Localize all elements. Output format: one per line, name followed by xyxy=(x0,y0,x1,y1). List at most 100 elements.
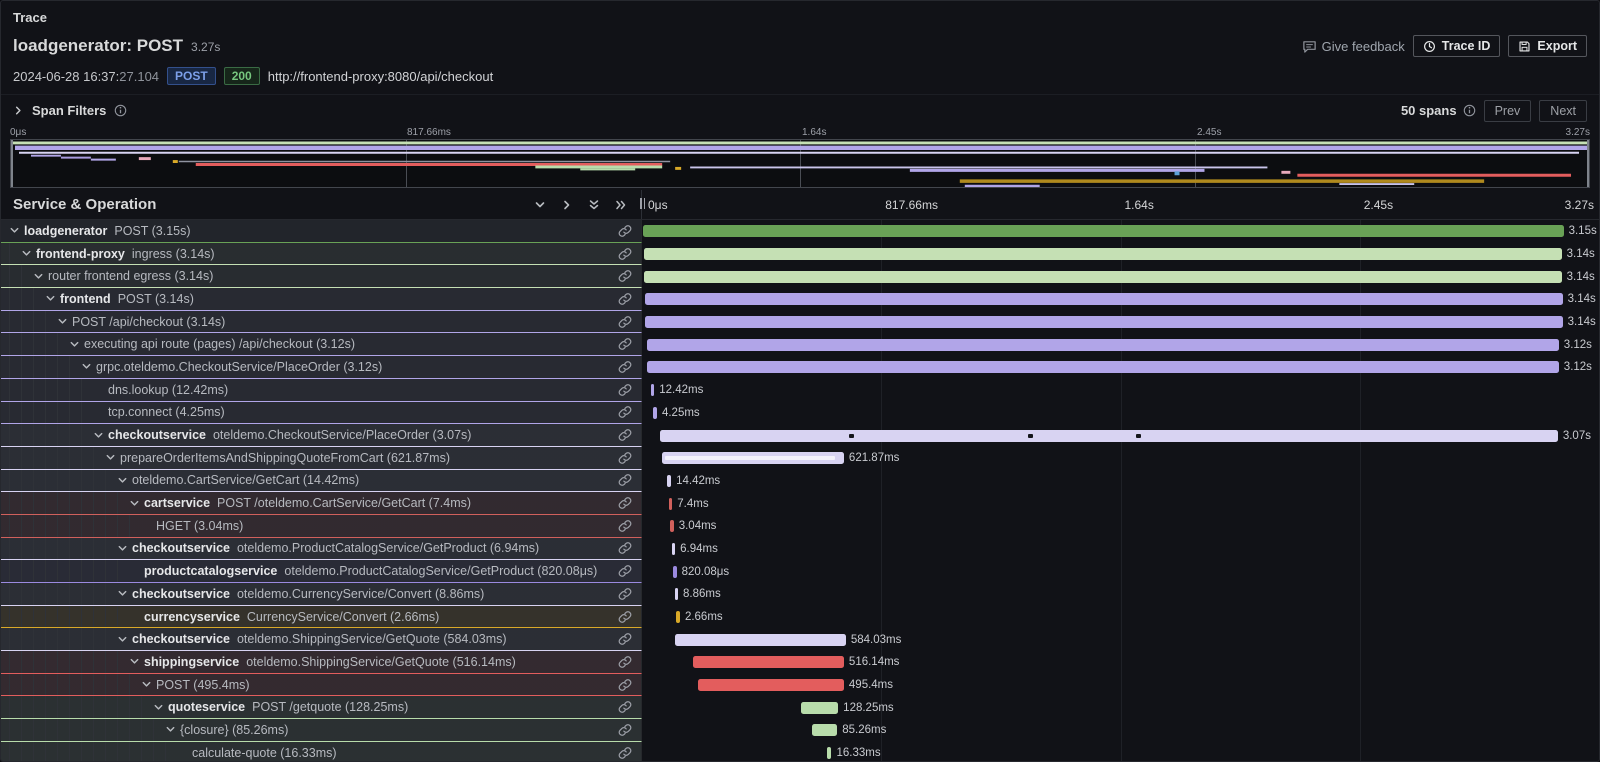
chevron-down-icon[interactable] xyxy=(165,724,180,735)
span-row-name[interactable]: oteldemo.CartService/GetCart (14.42ms) xyxy=(1,470,642,493)
chevron-down-icon[interactable] xyxy=(153,702,168,713)
export-button[interactable]: Export xyxy=(1508,35,1587,57)
span-row-name[interactable]: grpc.oteldemo.CheckoutService/PlaceOrder… xyxy=(1,356,642,379)
span-bar[interactable] xyxy=(667,475,671,487)
link-icon[interactable] xyxy=(618,496,632,510)
span-row-name[interactable]: frontend POST (3.14s) xyxy=(1,288,642,311)
span-row-name[interactable]: POST /api/checkout (3.14s) xyxy=(1,311,642,334)
span-row-name[interactable]: checkoutservice oteldemo.ProductCatalogS… xyxy=(1,538,642,561)
info-icon[interactable] xyxy=(114,104,127,117)
chevron-down-icon[interactable] xyxy=(69,339,84,350)
link-icon[interactable] xyxy=(618,337,632,351)
span-bar[interactable] xyxy=(645,293,1563,305)
span-bar[interactable] xyxy=(676,611,680,623)
span-bar[interactable] xyxy=(827,747,832,759)
chevron-down-icon[interactable] xyxy=(117,543,132,554)
span-filters-toggle[interactable]: Span Filters xyxy=(13,103,127,118)
span-bar[interactable] xyxy=(675,588,679,600)
span-bar[interactable] xyxy=(653,407,657,419)
chevron-down-icon[interactable] xyxy=(9,225,24,236)
span-bar[interactable] xyxy=(812,724,837,736)
chevron-down-icon[interactable] xyxy=(81,361,96,372)
span-row-name[interactable]: productcatalogservice oteldemo.ProductCa… xyxy=(1,560,642,583)
link-icon[interactable] xyxy=(618,632,632,646)
trace-id-button[interactable]: Trace ID xyxy=(1413,35,1501,57)
span-row-name[interactable]: router frontend egress (3.14s) xyxy=(1,265,642,288)
prev-button[interactable]: Prev xyxy=(1484,100,1532,122)
span-bar[interactable] xyxy=(644,271,1562,283)
span-bar[interactable] xyxy=(672,543,676,555)
info-icon[interactable] xyxy=(1463,104,1476,117)
link-icon[interactable] xyxy=(618,723,632,737)
span-row-name[interactable]: tcp.connect (4.25ms) xyxy=(1,402,642,425)
link-icon[interactable] xyxy=(618,405,632,419)
span-bar[interactable] xyxy=(645,316,1563,328)
span-row-name[interactable]: currencyservice CurrencyService/Convert … xyxy=(1,606,642,629)
span-row-name[interactable]: shippingservice oteldemo.ShippingService… xyxy=(1,651,642,674)
span-bar[interactable] xyxy=(673,566,677,578)
chevron-down-icon[interactable] xyxy=(21,248,36,259)
next-button[interactable]: Next xyxy=(1539,100,1587,122)
chevron-down-icon[interactable] xyxy=(33,271,48,282)
span-bar[interactable] xyxy=(693,656,844,668)
link-icon[interactable] xyxy=(618,315,632,329)
chevron-down-icon[interactable] xyxy=(117,475,132,486)
link-icon[interactable] xyxy=(618,247,632,261)
span-bar[interactable] xyxy=(647,361,1559,373)
chevron-down-icon[interactable] xyxy=(117,634,132,645)
span-bar[interactable] xyxy=(801,702,838,714)
chevron-down-icon[interactable] xyxy=(93,430,108,441)
span-bar[interactable] xyxy=(643,225,1564,237)
span-bar[interactable] xyxy=(698,679,843,691)
link-icon[interactable] xyxy=(618,473,632,487)
span-bar[interactable] xyxy=(662,452,844,464)
span-row-name[interactable]: quoteservice POST /getquote (128.25ms) xyxy=(1,696,642,719)
span-row-name[interactable]: executing api route (pages) /api/checkou… xyxy=(1,333,642,356)
span-bar[interactable] xyxy=(675,634,846,646)
span-row-name[interactable]: checkoutservice oteldemo.CurrencyService… xyxy=(1,583,642,606)
link-icon[interactable] xyxy=(618,541,632,555)
minimap-right-handle[interactable] xyxy=(1587,140,1589,187)
link-icon[interactable] xyxy=(618,610,632,624)
span-row-name[interactable]: prepareOrderItemsAndShippingQuoteFromCar… xyxy=(1,447,642,470)
span-row-name[interactable]: checkoutservice oteldemo.ShippingService… xyxy=(1,628,642,651)
span-row-name[interactable]: cartservice POST /oteldemo.CartService/G… xyxy=(1,492,642,515)
span-row-name[interactable]: calculate-quote (16.33ms) xyxy=(1,742,642,761)
link-icon[interactable] xyxy=(618,587,632,601)
minimap-left-handle[interactable] xyxy=(11,140,13,187)
span-row-name[interactable]: POST (495.4ms) xyxy=(1,674,642,697)
chevron-down-icon[interactable] xyxy=(57,316,72,327)
link-icon[interactable] xyxy=(618,746,632,760)
span-row-name[interactable]: loadgenerator POST (3.15s) xyxy=(1,220,642,243)
link-icon[interactable] xyxy=(618,700,632,714)
chevron-right-icon[interactable] xyxy=(13,105,24,116)
give-feedback-button[interactable]: Give feedback xyxy=(1302,39,1405,54)
chevron-down-icon[interactable] xyxy=(117,588,132,599)
link-icon[interactable] xyxy=(618,451,632,465)
chevron-down-icon[interactable] xyxy=(105,452,120,463)
link-icon[interactable] xyxy=(618,678,632,692)
span-bar[interactable] xyxy=(669,498,673,510)
link-icon[interactable] xyxy=(618,519,632,533)
minimap-canvas[interactable] xyxy=(10,139,1590,188)
link-icon[interactable] xyxy=(618,428,632,442)
chevron-down-icon[interactable] xyxy=(45,293,60,304)
link-icon[interactable] xyxy=(618,564,632,578)
chevron-down-icon[interactable] xyxy=(129,498,144,509)
chevron-down-icon[interactable] xyxy=(129,656,144,667)
span-bar[interactable] xyxy=(660,430,1558,442)
span-bar[interactable] xyxy=(670,520,674,532)
span-row-name[interactable]: {closure} (85.26ms) xyxy=(1,719,642,742)
link-icon[interactable] xyxy=(618,383,632,397)
link-icon[interactable] xyxy=(618,269,632,283)
span-bar[interactable] xyxy=(647,339,1559,351)
link-icon[interactable] xyxy=(618,360,632,374)
chevron-down-icon[interactable] xyxy=(141,679,156,690)
collapse-one-icon[interactable] xyxy=(534,199,546,211)
span-bar[interactable] xyxy=(644,248,1562,260)
span-row-name[interactable]: frontend-proxy ingress (3.14s) xyxy=(1,243,642,266)
span-bar[interactable] xyxy=(651,384,655,396)
span-row-name[interactable]: HGET (3.04ms) xyxy=(1,515,642,538)
expand-one-icon[interactable] xyxy=(561,199,573,211)
link-icon[interactable] xyxy=(618,292,632,306)
